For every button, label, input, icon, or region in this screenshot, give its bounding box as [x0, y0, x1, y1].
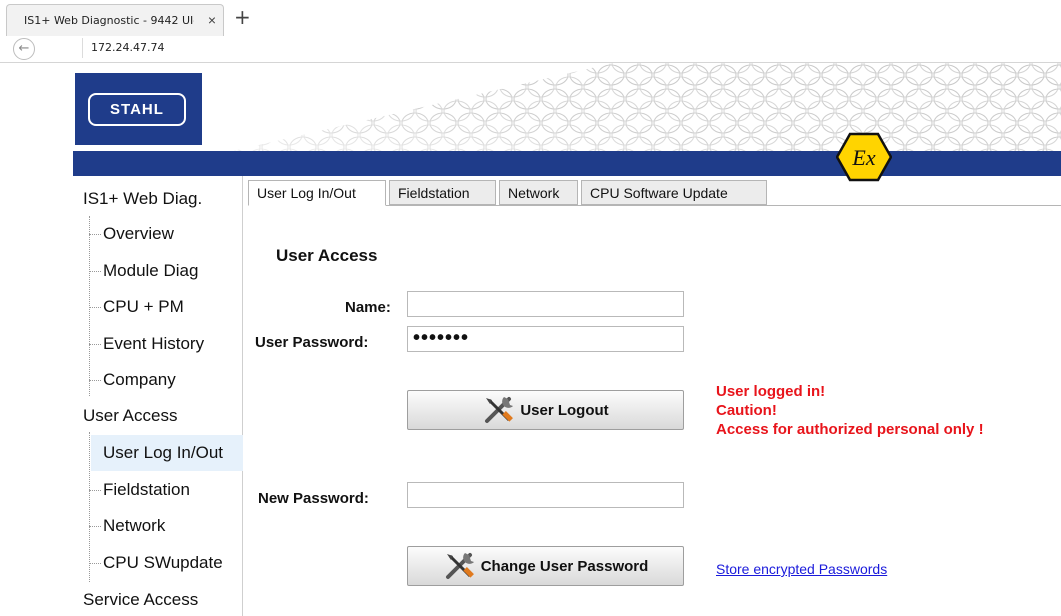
stahl-logo: STAHL	[75, 73, 202, 145]
status-line-caution: Caution!	[716, 402, 777, 419]
sidebar-item-network[interactable]: Network	[88, 508, 165, 544]
url-field[interactable]: 172.24.47.74	[82, 38, 1057, 58]
new-tab-icon[interactable]: +	[234, 5, 251, 29]
sidebar-item-user-log-in-out[interactable]: User Log In/Out	[91, 435, 243, 471]
new-password-input[interactable]	[407, 482, 684, 508]
page-header: STAHL Ex	[73, 63, 1061, 182]
tab-bar: User Log In/Out Fieldstation Network CPU…	[248, 180, 1061, 206]
tab-user-log-in-out[interactable]: User Log In/Out	[248, 180, 386, 206]
browser-tab[interactable]: IS1+ Web Diagnostic - 9442 UI-E ×	[6, 4, 224, 36]
browser-tabstrip: IS1+ Web Diagnostic - 9442 UI-E × +	[0, 0, 1061, 36]
ex-symbol-text: Ex	[851, 145, 875, 170]
sidebar-item-fieldstation[interactable]: Fieldstation	[89, 472, 190, 508]
close-icon[interactable]: ×	[208, 12, 216, 28]
page-root: IS1+ Web Diagnostic - 9442 UI-E × + ← 17…	[0, 0, 1061, 616]
store-encrypted-passwords-link[interactable]: Store encrypted Passwords	[716, 561, 887, 577]
status-line-logged-in: User logged in!	[716, 383, 826, 400]
user-password-label: User Password:	[255, 334, 369, 351]
sidebar-item-cpu-swupdate[interactable]: CPU SWupdate	[89, 545, 223, 581]
sidebar-item-is1-web-diag[interactable]: IS1+ Web Diag.	[83, 181, 202, 217]
name-label: Name:	[345, 299, 391, 316]
tab-cpu-software-update[interactable]: CPU Software Update	[581, 180, 767, 205]
user-logout-button[interactable]: User Logout	[407, 390, 684, 430]
name-input[interactable]	[407, 291, 684, 317]
status-line-authorized: Access for authorized personal only !	[716, 421, 984, 438]
tools-icon	[445, 553, 474, 579]
sidebar-item-user-access[interactable]: User Access	[83, 398, 177, 434]
address-bar: ← 172.24.47.74	[0, 36, 1061, 63]
user-password-input[interactable]: •••••••	[407, 326, 684, 352]
header-pattern	[233, 63, 1061, 151]
change-user-password-label: Change User Password	[480, 557, 649, 575]
sidebar: IS1+ Web Diag. Overview Module Diag CPU …	[73, 176, 243, 616]
change-user-password-button[interactable]: Change User Password	[407, 546, 684, 586]
status-message: User logged in! Caution! Access for auth…	[716, 382, 984, 439]
tab-network[interactable]: Network	[499, 180, 578, 205]
tree-connector	[89, 432, 90, 582]
tools-icon	[485, 397, 514, 423]
sidebar-item-service-access[interactable]: Service Access	[83, 582, 198, 616]
sidebar-item-cpu-pm[interactable]: CPU + PM	[89, 289, 184, 325]
section-title: User Access	[276, 246, 378, 265]
sidebar-item-company[interactable]: Company	[89, 362, 176, 398]
sidebar-item-event-history[interactable]: Event History	[88, 326, 204, 362]
header-blue-band	[73, 151, 1061, 176]
sidebar-item-overview[interactable]: Overview	[89, 216, 174, 252]
tab-fieldstation[interactable]: Fieldstation	[389, 180, 496, 205]
sidebar-item-module-diag[interactable]: Module Diag	[88, 253, 198, 289]
ex-warning-icon: Ex	[836, 132, 892, 182]
stahl-logo-text: STAHL	[88, 93, 186, 126]
user-logout-label: User Logout	[520, 401, 609, 419]
back-arrow-icon[interactable]: ←	[13, 38, 35, 60]
browser-tab-title: IS1+ Web Diagnostic - 9442 UI-E	[24, 14, 194, 27]
new-password-label: New Password:	[258, 490, 369, 507]
tree-connector	[89, 216, 90, 396]
